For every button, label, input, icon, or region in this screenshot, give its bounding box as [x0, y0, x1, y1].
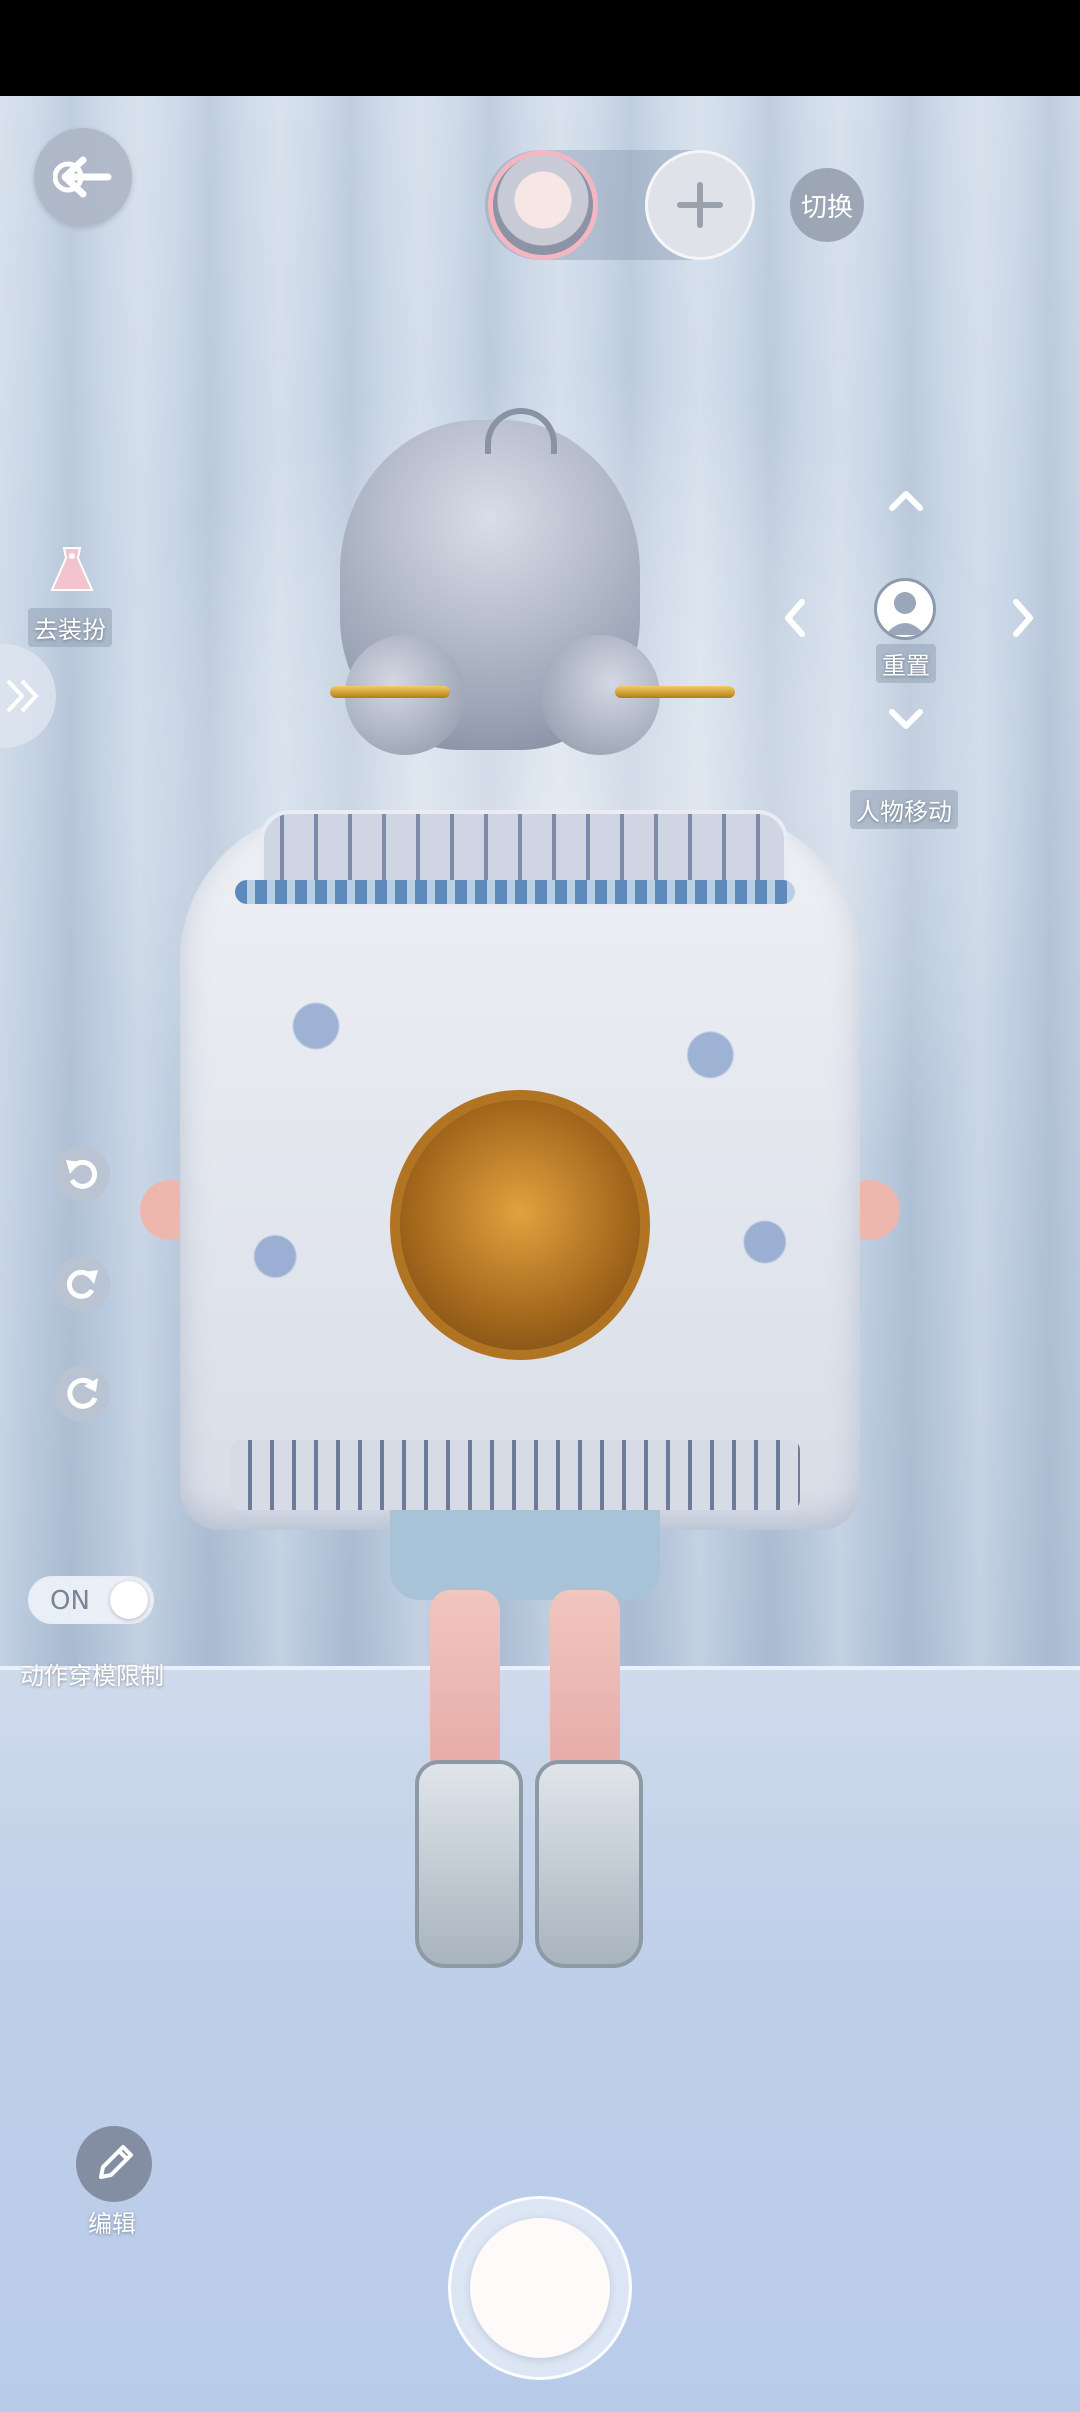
edit-label: 编辑	[88, 2210, 136, 2238]
refresh-button[interactable]	[54, 1366, 110, 1422]
redo-button[interactable]	[54, 1256, 110, 1312]
move-right-icon[interactable]	[1002, 598, 1042, 638]
double-chevron-right-icon	[6, 679, 39, 713]
toggle-knob	[110, 1581, 148, 1619]
back-arrow-icon	[53, 156, 112, 198]
move-up-icon[interactable]	[886, 480, 926, 520]
left-hairpin	[330, 686, 450, 698]
collision-limit-toggle[interactable]: ON	[28, 1576, 154, 1624]
reset-label: 重置	[876, 644, 936, 683]
reset-position-button[interactable]	[874, 578, 936, 640]
dress-up-label[interactable]: 去装扮	[28, 608, 112, 647]
left-boot	[415, 1760, 523, 1968]
character-move-label: 人物移动	[850, 790, 958, 829]
move-down-icon[interactable]	[886, 700, 926, 740]
add-character-button[interactable]	[645, 150, 755, 260]
switch-button[interactable]: 切换	[790, 168, 864, 242]
undo-button[interactable]	[54, 1146, 110, 1202]
right-boot	[535, 1760, 643, 1968]
character-model[interactable]	[140, 290, 900, 1968]
status-bar	[0, 0, 1080, 96]
character-avatar[interactable]	[488, 150, 598, 260]
person-icon	[885, 592, 925, 635]
right-hairpin	[615, 686, 735, 698]
back-button[interactable]	[34, 128, 132, 226]
pencil-icon	[99, 2145, 133, 2179]
left-leg	[430, 1590, 500, 1780]
plus-icon	[677, 182, 723, 228]
bead-necklace	[235, 880, 795, 904]
undo-icon	[66, 1159, 98, 1189]
right-leg	[550, 1590, 620, 1780]
collision-limit-label: 动作穿模限制	[20, 1662, 164, 1690]
dress-icon[interactable]	[48, 546, 96, 592]
edit-button[interactable]	[76, 2126, 152, 2202]
hair-ahoge	[485, 408, 557, 454]
toggle-state-text: ON	[50, 1586, 90, 1616]
move-left-icon[interactable]	[776, 598, 816, 638]
golden-emblem	[390, 1090, 650, 1360]
character-skirt	[390, 1510, 660, 1600]
robe-hem	[230, 1440, 800, 1510]
redo-icon	[66, 1269, 98, 1299]
shutter-button[interactable]	[470, 2218, 610, 2358]
refresh-icon	[67, 1377, 98, 1409]
